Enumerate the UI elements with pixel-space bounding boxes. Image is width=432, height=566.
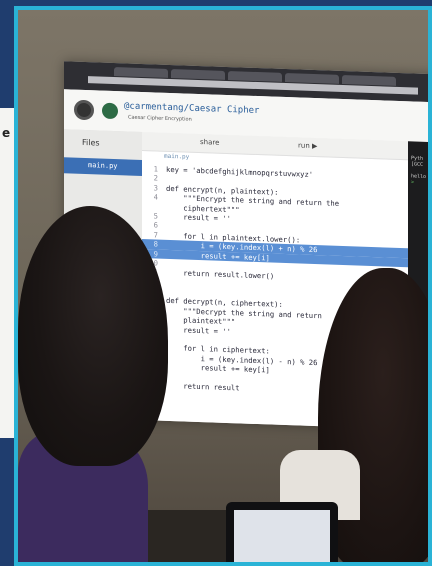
slide-left-sliver: e	[0, 108, 14, 438]
avatar	[102, 102, 118, 120]
browser-tab	[171, 69, 225, 80]
line-number: 6	[153, 220, 158, 230]
browser-tab	[342, 75, 396, 86]
files-label: Files	[82, 137, 100, 148]
laptop	[226, 502, 338, 562]
file-item-main: main.py	[64, 157, 142, 177]
browser-tab	[285, 73, 339, 84]
line-number: 3	[153, 183, 158, 193]
browser-tab	[228, 71, 282, 82]
console-line: >	[411, 179, 415, 186]
repl-subtitle: Caesar Cipher Encryption	[128, 114, 192, 123]
line-number: 4	[153, 192, 158, 202]
slide-text-fragment: e	[2, 126, 11, 140]
classroom-photo: @carmentang/Caesar Cipher Caesar Cipher …	[18, 10, 428, 562]
repl-logo-icon	[74, 99, 94, 121]
repl-title: @carmentang/Caesar Cipher	[124, 101, 260, 117]
run-button: run ▶	[298, 141, 318, 151]
browser-tab	[114, 67, 168, 78]
laptop-screen	[234, 510, 330, 562]
line-number: 1	[153, 164, 158, 174]
line-number	[142, 209, 158, 210]
line-number: 7	[153, 230, 158, 240]
tab-main-py: main.py	[164, 152, 190, 161]
line-number: 5	[153, 211, 158, 221]
share-button: share	[200, 138, 220, 147]
file-item-label: main.py	[88, 161, 118, 171]
line-number: 2	[153, 173, 158, 183]
